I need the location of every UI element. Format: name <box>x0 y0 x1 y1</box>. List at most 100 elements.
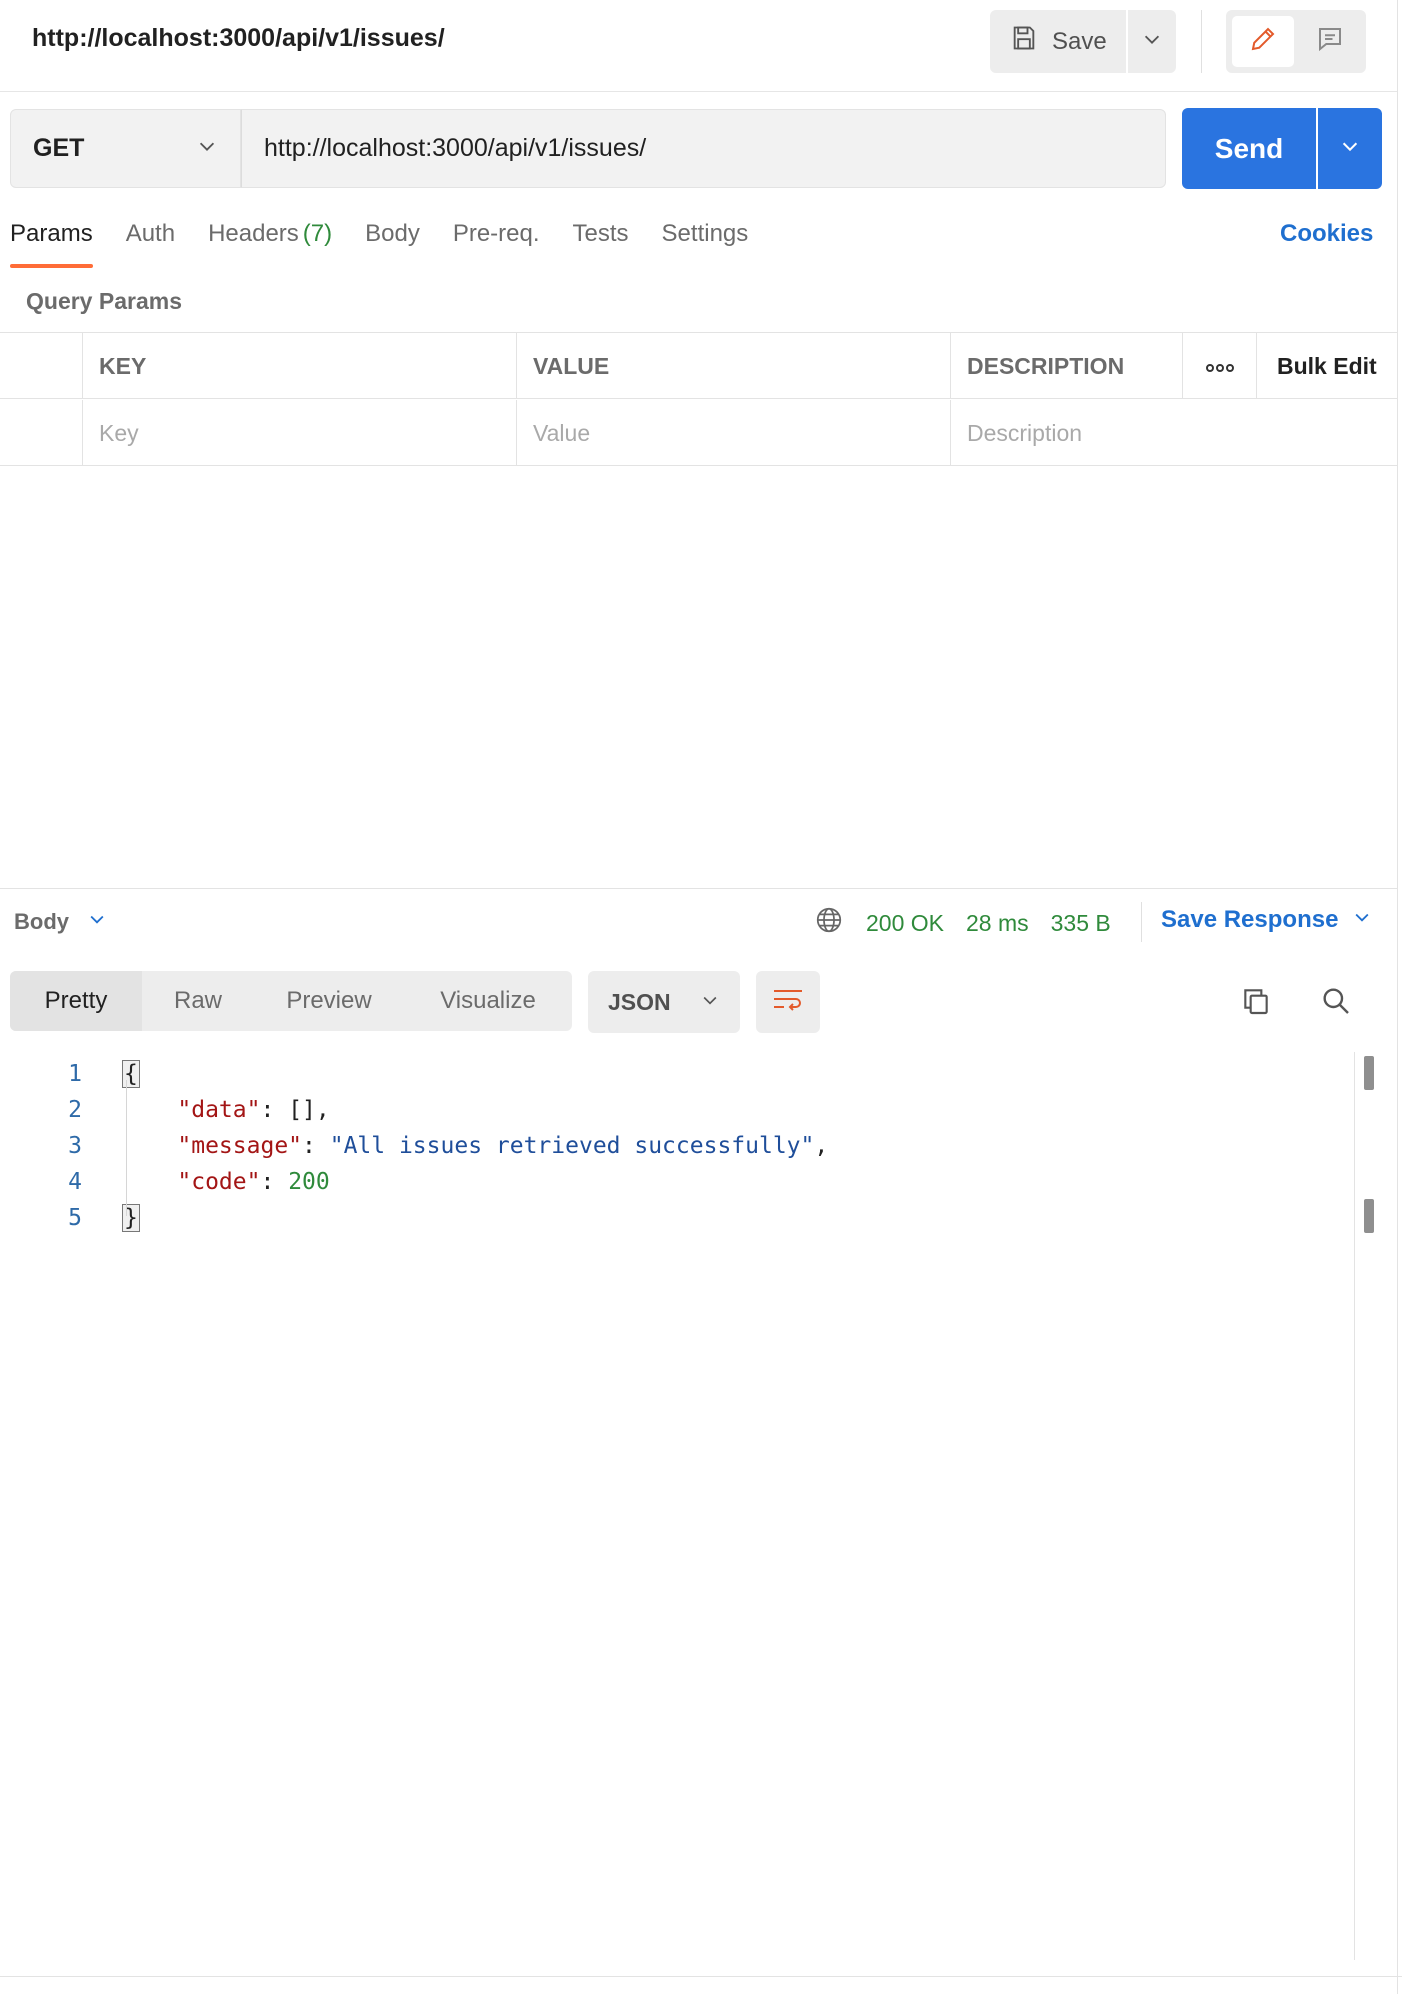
tab-tests[interactable]: Tests <box>573 220 629 270</box>
url-input[interactable]: http://localhost:3000/api/v1/issues/ <box>241 109 1166 188</box>
save-button[interactable]: Save <box>990 10 1126 73</box>
code-line: 4 "code": 200 <box>0 1164 1352 1200</box>
column-header-key: KEY <box>83 333 517 399</box>
search-icon <box>1320 985 1352 1022</box>
pane-edge <box>1397 0 1398 1994</box>
line-number: 4 <box>68 1169 82 1195</box>
tab-label: Tests <box>572 220 629 247</box>
method-label: GET <box>33 134 85 162</box>
value-input[interactable]: Value <box>517 400 951 466</box>
column-header-description: DESCRIPTION <box>951 333 1183 399</box>
code-line: 5 } <box>0 1200 1352 1236</box>
tab-headers[interactable]: Headers (7) <box>208 220 332 270</box>
view-preview[interactable]: Preview <box>254 971 404 1031</box>
save-button-label: Save <box>1052 27 1107 55</box>
indent-guide <box>126 1080 127 1216</box>
tab-label: Params <box>10 220 93 247</box>
comment-icon <box>1315 24 1345 59</box>
line-number: 1 <box>68 1061 82 1087</box>
tab-label: Pre-req. <box>452 220 540 247</box>
save-response-label: Save Response <box>1161 906 1339 933</box>
edit-mode-button[interactable] <box>1232 16 1294 67</box>
chevron-down-icon <box>1141 28 1163 55</box>
view-raw[interactable]: Raw <box>142 971 254 1031</box>
key-input[interactable]: Key <box>83 400 517 466</box>
search-button[interactable] <box>1316 983 1356 1023</box>
bulk-edit-button[interactable]: Bulk Edit <box>1257 333 1398 399</box>
tab-label: Auth <box>125 220 176 247</box>
copy-button[interactable] <box>1236 983 1276 1023</box>
status-code[interactable]: 200 OK <box>866 910 944 937</box>
json-brace-close: } <box>122 1204 140 1232</box>
save-response-button[interactable]: Save Response <box>1161 906 1372 934</box>
tab-body[interactable]: Body <box>365 220 420 270</box>
response-meta: 200 OK 28 ms 335 B <box>814 905 1111 941</box>
code-line: 3 "message": "All issues retrieved succe… <box>0 1128 1352 1164</box>
request-tabs: Params Auth Headers (7) Body Pre-req. Tes… <box>10 220 781 270</box>
code-line: 1 { <box>0 1056 1352 1092</box>
request-title[interactable]: http://localhost:3000/api/v1/issues/ <box>32 24 445 53</box>
chevron-down-icon <box>196 135 218 162</box>
cookies-link[interactable]: Cookies <box>1280 220 1373 248</box>
more-options-button[interactable] <box>1183 333 1257 399</box>
request-title-bar: http://localhost:3000/api/v1/issues/ Sav… <box>0 0 1398 92</box>
more-icon <box>1205 353 1235 380</box>
response-body-select[interactable]: Body <box>14 909 107 935</box>
json-key: "data" <box>177 1097 261 1123</box>
table-row: Key Value Description <box>0 400 1398 466</box>
line-number: 2 <box>68 1097 82 1123</box>
query-params-table: KEY VALUE DESCRIPTION Bulk Edit Key Valu… <box>0 332 1398 466</box>
tab-label: Body <box>365 220 420 247</box>
chevron-down-icon <box>700 989 720 1016</box>
view-mode-toggle <box>1226 10 1366 73</box>
tab-pre-request[interactable]: Pre-req. <box>453 220 540 270</box>
response-time[interactable]: 28 ms <box>966 910 1029 937</box>
description-input[interactable]: Description <box>951 400 1398 466</box>
line-number: 5 <box>68 1205 82 1231</box>
method-select[interactable]: GET <box>10 109 241 188</box>
chevron-down-icon <box>1339 135 1361 162</box>
save-icon <box>1010 24 1038 59</box>
pane-divider[interactable] <box>0 888 1398 889</box>
tab-label: Settings <box>661 220 749 247</box>
send-options-button[interactable] <box>1318 108 1382 189</box>
view-pretty[interactable]: Pretty <box>10 971 142 1031</box>
chevron-down-icon <box>1352 906 1372 934</box>
checkbox-column-header <box>0 333 83 399</box>
divider <box>1141 902 1142 942</box>
view-visualize[interactable]: Visualize <box>404 971 572 1031</box>
scrollbar-marker[interactable] <box>1364 1056 1374 1090</box>
tab-params[interactable]: Params <box>10 220 93 270</box>
chevron-down-icon <box>87 909 107 935</box>
divider <box>1201 10 1202 73</box>
scrollbar-track[interactable] <box>1354 1052 1355 1960</box>
wrap-lines-icon <box>772 986 804 1019</box>
response-body-label: Body <box>14 909 69 934</box>
json-value: 200 <box>288 1169 330 1195</box>
response-view-tabs: Pretty Raw Preview Visualize <box>10 971 572 1031</box>
response-body-viewer[interactable]: 1 { 2 "data": [], 3 "message": "All issu… <box>0 1052 1352 1958</box>
send-button[interactable]: Send <box>1182 108 1316 189</box>
tab-label: Headers <box>208 220 299 247</box>
pencil-icon <box>1248 24 1278 59</box>
column-header-value: VALUE <box>517 333 951 399</box>
tab-auth[interactable]: Auth <box>126 220 175 270</box>
headers-count-badge: (7) <box>302 220 333 247</box>
json-value: "All issues retrieved successfully" <box>329 1133 815 1159</box>
json-value: [] <box>288 1097 316 1123</box>
save-options-button[interactable] <box>1128 10 1176 73</box>
wrap-lines-button[interactable] <box>756 971 820 1033</box>
format-select[interactable]: JSON <box>588 971 740 1033</box>
json-key: "code" <box>177 1169 261 1195</box>
code-line: 2 "data": [], <box>0 1092 1352 1128</box>
globe-icon[interactable] <box>814 905 844 941</box>
status-bar-divider <box>0 1976 1402 1977</box>
comment-mode-button[interactable] <box>1300 16 1360 67</box>
json-key: "message" <box>177 1133 303 1159</box>
query-params-title: Query Params <box>26 288 182 314</box>
json-brace-open: { <box>122 1060 140 1088</box>
response-size[interactable]: 335 B <box>1051 910 1111 937</box>
tab-settings[interactable]: Settings <box>662 220 749 270</box>
scrollbar-marker[interactable] <box>1364 1199 1374 1233</box>
row-checkbox-cell <box>0 400 83 466</box>
